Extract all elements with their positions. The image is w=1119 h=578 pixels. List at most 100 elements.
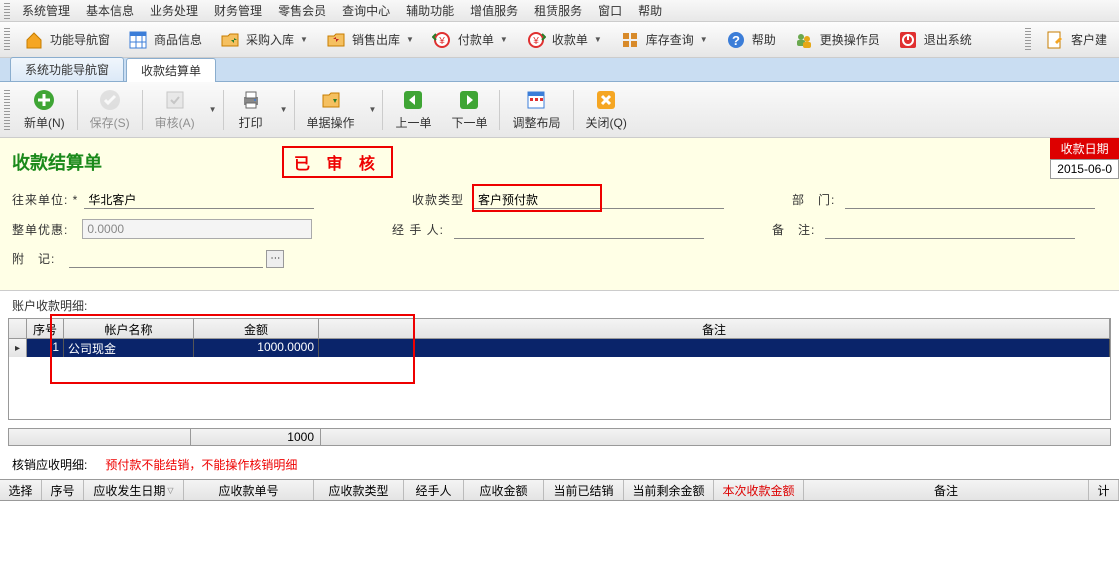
input-handler[interactable] <box>454 220 704 239</box>
dropdown-arrow-icon[interactable]: ▼ <box>500 35 508 44</box>
dropdown-arrow-icon[interactable]: ▼ <box>700 35 708 44</box>
col-amount[interactable]: 金额 <box>194 319 319 338</box>
attach-browse-button[interactable]: ⋯ <box>266 250 284 268</box>
doc-op-icon <box>319 88 343 112</box>
input-type[interactable] <box>474 190 724 209</box>
svg-text:¥: ¥ <box>532 36 539 47</box>
wcol-seq[interactable]: 序号 <box>42 480 84 500</box>
detail-section-label: 账户收款明细: <box>0 291 1119 318</box>
wcol-this-receipt[interactable]: 本次收款金额 <box>714 480 804 500</box>
act-next[interactable]: 下一单 <box>441 85 497 135</box>
label-discount: 整单优惠: <box>12 221 68 238</box>
label-type: 收款类型 <box>412 191 464 208</box>
menu-retail[interactable]: 零售会员 <box>270 0 334 21</box>
act-print[interactable]: 打印 <box>226 85 276 135</box>
label-dept: 部 门: <box>792 191 835 208</box>
prev-icon <box>401 88 425 112</box>
col-seq[interactable]: 序号 <box>27 319 64 338</box>
wcol-calc[interactable]: 计 <box>1089 480 1119 500</box>
layout-icon <box>524 88 548 112</box>
tb-exit[interactable]: 退出系统 <box>888 26 980 54</box>
act-prev[interactable]: 上一单 <box>385 85 441 135</box>
dropdown-arrow-icon[interactable]: ▼ <box>276 105 292 114</box>
dropdown-arrow-icon[interactable]: ▼ <box>594 35 602 44</box>
tb-purchase-in[interactable]: 采购入库▼ <box>210 26 316 54</box>
tb-customer-create[interactable]: 客户建 <box>1035 26 1115 54</box>
writeoff-label: 核销应收明细: <box>12 456 87 473</box>
act-layout[interactable]: 调整布局 <box>502 85 570 135</box>
note-icon <box>1043 28 1067 52</box>
cell-remark[interactable] <box>319 339 1110 357</box>
wcol-receivable[interactable]: 应收金额 <box>464 480 544 500</box>
tb-payment[interactable]: ¥ 付款单▼ <box>422 26 516 54</box>
act-doc-operation[interactable]: 单据操作 <box>297 85 365 135</box>
toolbar-grip <box>4 28 10 52</box>
input-unit[interactable] <box>84 190 314 209</box>
writeoff-table-header: 选择 序号 应收发生日期▽ 应收款单号 应收款类型 经手人 应收金额 当前已结销… <box>0 479 1119 501</box>
tb-help[interactable]: ? 帮助 <box>716 26 784 54</box>
menu-vas[interactable]: 增值服务 <box>462 0 526 21</box>
menu-basic-info[interactable]: 基本信息 <box>78 0 142 21</box>
menu-help[interactable]: 帮助 <box>630 0 670 21</box>
tab-receipt-settlement[interactable]: 收款结算单 <box>126 58 216 82</box>
cell-account[interactable]: 公司现金 <box>64 339 194 357</box>
writeoff-header-row: 核销应收明细: 预付款不能结销，不能操作核销明细 <box>0 446 1119 479</box>
input-attach[interactable] <box>69 249 263 268</box>
close-icon <box>594 88 618 112</box>
menu-aux[interactable]: 辅助功能 <box>398 0 462 21</box>
tab-system-nav[interactable]: 系统功能导航窗 <box>10 57 124 81</box>
svg-text:?: ? <box>732 33 740 48</box>
col-account[interactable]: 帐户名称 <box>64 319 194 338</box>
label-handler: 经 手 人: <box>392 221 444 238</box>
input-remark[interactable] <box>825 220 1075 239</box>
wcol-remaining[interactable]: 当前剩余金额 <box>624 480 714 500</box>
wcol-handler[interactable]: 经手人 <box>404 480 464 500</box>
menu-query[interactable]: 查询中心 <box>334 0 398 21</box>
tb-switch-user[interactable]: 更换操作员 <box>784 26 888 54</box>
wcol-remark[interactable]: 备注 <box>804 480 1089 500</box>
writeoff-body <box>0 501 1119 563</box>
menu-system[interactable]: 系统管理 <box>14 0 78 21</box>
dropdown-arrow-icon[interactable]: ▼ <box>406 35 414 44</box>
next-icon <box>457 88 481 112</box>
folder-out-icon <box>324 28 348 52</box>
detail-table: 序号 帐户名称 金额 备注 ▸ 1 公司现金 1000.0000 <box>8 318 1111 420</box>
menu-bar: 系统管理 基本信息 业务处理 财务管理 零售会员 查询中心 辅助功能 增值服务 … <box>0 0 1119 22</box>
input-dept[interactable] <box>845 190 1095 209</box>
toolbar-grip <box>4 90 10 130</box>
tb-nav-window[interactable]: 功能导航窗 <box>14 26 118 54</box>
wcol-select[interactable]: 选择 <box>0 480 42 500</box>
menu-finance[interactable]: 财务管理 <box>206 0 270 21</box>
audit-stamp: 已 审 核 <box>282 146 393 178</box>
tb-stock-query[interactable]: 库存查询▼ <box>610 26 716 54</box>
wcol-docno[interactable]: 应收款单号 <box>184 480 314 500</box>
wcol-settled[interactable]: 当前已结销 <box>544 480 624 500</box>
wcol-date[interactable]: 应收发生日期▽ <box>84 480 184 500</box>
dropdown-arrow-icon[interactable]: ▼ <box>205 105 221 114</box>
writeoff-message: 预付款不能结销，不能操作核销明细 <box>105 456 297 473</box>
tb-receipt[interactable]: ¥ 收款单▼ <box>516 26 610 54</box>
folder-in-icon <box>218 28 242 52</box>
dropdown-arrow-icon[interactable]: ▼ <box>365 105 381 114</box>
date-label: 收款日期 <box>1050 138 1119 159</box>
act-close[interactable]: 关闭(Q) <box>576 85 637 135</box>
grid-icon <box>126 28 150 52</box>
check-icon <box>98 88 122 112</box>
tb-product-info[interactable]: 商品信息 <box>118 26 210 54</box>
wcol-type[interactable]: 应收款类型 <box>314 480 404 500</box>
act-audit: 审核(A) <box>145 85 205 135</box>
date-value[interactable]: 2015-06-0 <box>1050 159 1119 179</box>
cell-amount[interactable]: 1000.0000 <box>194 339 319 357</box>
detail-table-header: 序号 帐户名称 金额 备注 <box>9 319 1110 339</box>
tb-sales-out[interactable]: 销售出库▼ <box>316 26 422 54</box>
menu-lease[interactable]: 租赁服务 <box>526 0 590 21</box>
menu-window[interactable]: 窗口 <box>590 0 630 21</box>
audit-icon <box>163 88 187 112</box>
menu-business[interactable]: 业务处理 <box>142 0 206 21</box>
col-remark[interactable]: 备注 <box>319 319 1110 338</box>
act-new[interactable]: 新单(N) <box>14 85 75 135</box>
home-icon <box>22 28 46 52</box>
dropdown-arrow-icon[interactable]: ▼ <box>300 35 308 44</box>
plus-icon <box>32 88 56 112</box>
table-row[interactable]: ▸ 1 公司现金 1000.0000 <box>9 339 1110 357</box>
